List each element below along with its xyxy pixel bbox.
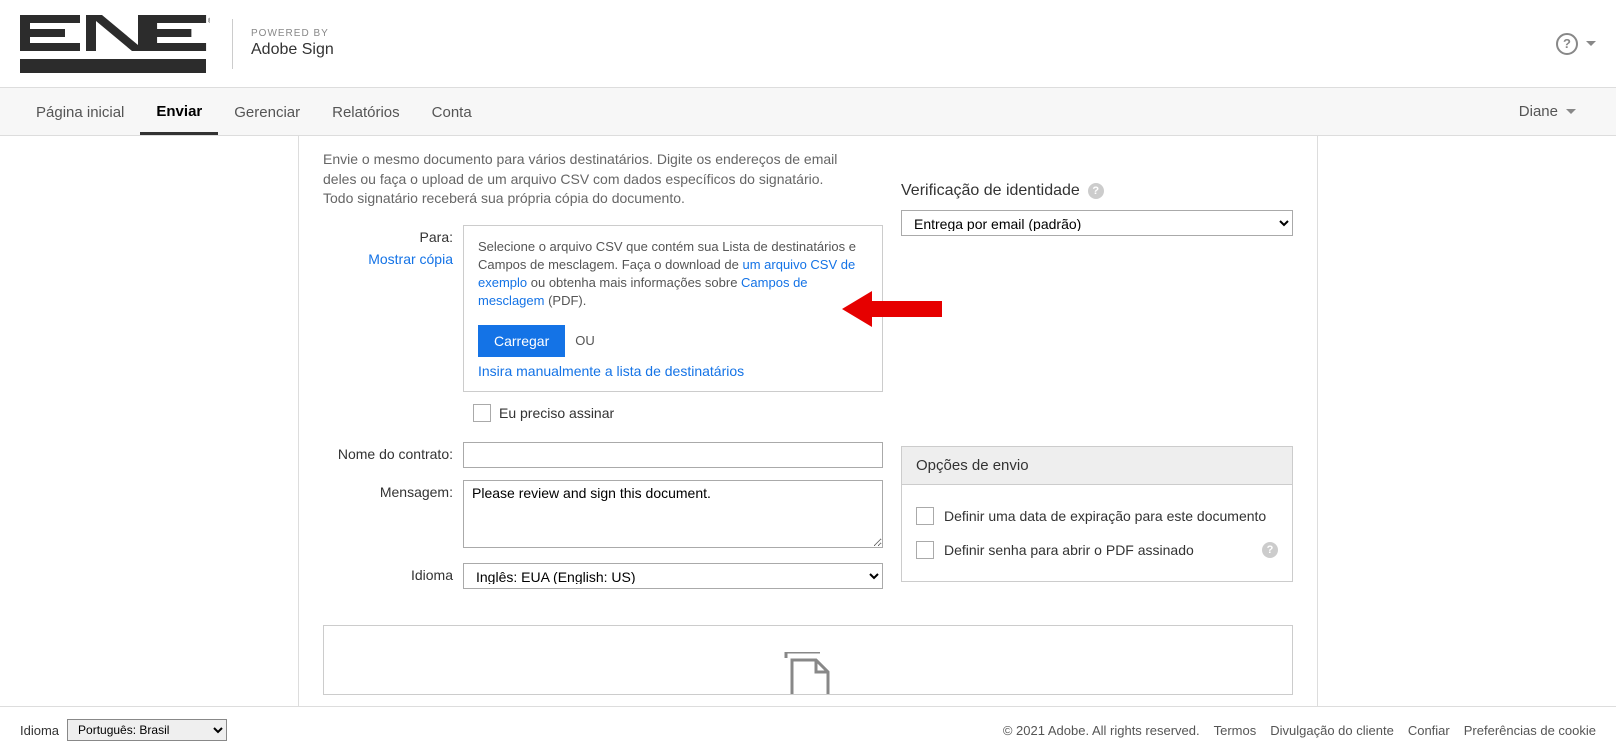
- document-icon: [778, 652, 838, 695]
- identity-help-icon[interactable]: ?: [1088, 183, 1104, 199]
- need-sign-label: Eu preciso assinar: [499, 405, 614, 421]
- brand-logo[interactable]: ®: [20, 15, 220, 73]
- header: ® POWERED BY Adobe Sign ?: [0, 0, 1616, 88]
- powered-by-block: POWERED BY Adobe Sign: [232, 19, 334, 69]
- language-label: Idioma: [323, 563, 463, 589]
- identity-heading: Verificação de identidade ?: [901, 182, 1293, 200]
- help-dropdown-caret[interactable]: [1586, 41, 1596, 46]
- nav-manage[interactable]: Gerenciar: [218, 90, 316, 133]
- nav-home[interactable]: Página inicial: [20, 90, 140, 133]
- expiration-label: Definir uma data de expiração para este …: [944, 508, 1266, 524]
- show-copy-link[interactable]: Mostrar cópia: [323, 251, 453, 267]
- password-label: Definir senha para abrir o PDF assinado: [944, 542, 1194, 558]
- nav-account[interactable]: Conta: [416, 90, 488, 133]
- powered-by-label: POWERED BY: [251, 28, 334, 39]
- nav-reports[interactable]: Relatórios: [316, 90, 416, 133]
- footer-disclosure[interactable]: Divulgação do cliente: [1270, 723, 1394, 738]
- adobe-sign-title: Adobe Sign: [251, 41, 334, 59]
- need-sign-checkbox[interactable]: [473, 404, 491, 422]
- footer-language-select[interactable]: Português: Brasil: [67, 719, 227, 741]
- send-options-panel: Opções de envio Definir uma data de expi…: [901, 446, 1293, 582]
- footer-trust[interactable]: Confiar: [1408, 723, 1450, 738]
- expiration-checkbox[interactable]: [916, 507, 934, 525]
- to-label: Para: Mostrar cópia: [323, 225, 463, 392]
- identity-select[interactable]: Entrega por email (padrão): [901, 210, 1293, 236]
- nav-user[interactable]: Diane: [1519, 103, 1558, 120]
- password-help-icon[interactable]: ?: [1262, 542, 1278, 558]
- language-select[interactable]: Inglês: EUA (English: US): [463, 563, 883, 589]
- message-textarea[interactable]: Please review and sign this document.: [463, 480, 883, 548]
- main-nav: Página inicial Enviar Gerenciar Relatóri…: [0, 88, 1616, 136]
- intro-text: Envie o mesmo documento para vários dest…: [323, 150, 843, 209]
- help-icon[interactable]: ?: [1556, 33, 1578, 55]
- contract-name-label: Nome do contrato:: [323, 442, 463, 468]
- or-label: OU: [575, 333, 595, 348]
- csv-instruction-box: Selecione o arquivo CSV que contém sua L…: [463, 225, 883, 392]
- csv-text2: ou obtenha mais informações sobre: [527, 275, 741, 290]
- nav-send[interactable]: Enviar: [140, 89, 218, 135]
- content-panel: Envie o mesmo documento para vários dest…: [298, 136, 1318, 719]
- svg-text:®: ®: [208, 17, 210, 25]
- footer: Idioma Português: Brasil © 2021 Adobe. A…: [0, 706, 1616, 753]
- csv-text3: (PDF).: [544, 293, 586, 308]
- footer-cookies[interactable]: Preferências de cookie: [1464, 723, 1596, 738]
- user-dropdown-caret[interactable]: [1566, 109, 1576, 114]
- contract-name-input[interactable]: [463, 442, 883, 468]
- footer-terms[interactable]: Termos: [1214, 723, 1257, 738]
- file-drop-area[interactable]: [323, 625, 1293, 695]
- password-checkbox[interactable]: [916, 541, 934, 559]
- footer-copyright: © 2021 Adobe. All rights reserved.: [1003, 723, 1200, 738]
- manual-entry-link[interactable]: Insira manualmente a lista de destinatár…: [478, 363, 744, 379]
- message-label: Mensagem:: [323, 480, 463, 551]
- footer-language-label: Idioma: [20, 723, 59, 738]
- send-options-heading: Opções de envio: [902, 447, 1292, 485]
- upload-button[interactable]: Carregar: [478, 325, 565, 357]
